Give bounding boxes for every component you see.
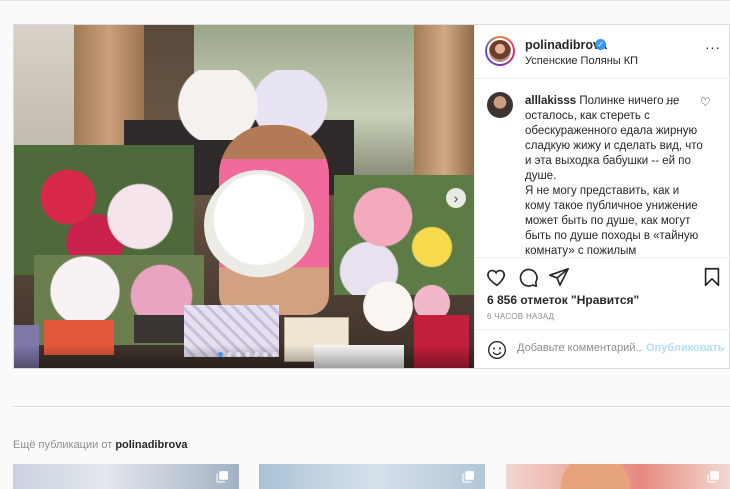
top-divider — [0, 0, 730, 1]
post-photo[interactable]: › — [14, 25, 474, 368]
likes-count[interactable]: 6 856 отметок "Нравится" — [487, 293, 639, 307]
carousel-dot — [236, 352, 241, 357]
comments-list[interactable]: alllakisss Полинке ничего не осталось, к… — [475, 80, 730, 257]
carousel-dot — [263, 352, 268, 357]
comment: alllakisss Полинке ничего не осталось, к… — [525, 94, 703, 257]
avatar[interactable] — [487, 38, 513, 64]
post-header: polinadibrova ✓ Успенские Поляны КП ··· — [475, 25, 730, 79]
multiple-photos-icon — [707, 471, 719, 483]
more-posts-heading: Ещё публикации от polinadibrova — [13, 439, 188, 451]
share-paper-plane-icon[interactable] — [548, 266, 570, 288]
add-comment-input[interactable] — [517, 342, 643, 354]
post-actions: 6 856 отметок "Нравится" 6 ЧАСОВ НАЗАД О… — [475, 257, 730, 368]
more-post-thumbnail[interactable] — [259, 464, 485, 489]
more-post-thumbnail[interactable] — [506, 464, 730, 489]
more-options-icon[interactable]: ··· — [705, 39, 721, 55]
comment-username[interactable]: alllakisss — [525, 95, 576, 107]
carousel-dot — [218, 352, 223, 357]
verified-badge-icon: ✓ — [595, 39, 606, 50]
like-heart-icon[interactable] — [486, 266, 508, 288]
carousel-dot — [227, 352, 232, 357]
comment-avatar[interactable] — [487, 92, 513, 118]
carousel-dot — [254, 352, 259, 357]
carousel-next-button[interactable]: › — [446, 188, 466, 208]
carousel-dot — [245, 352, 250, 357]
comment-more-icon[interactable]: ··· — [665, 96, 677, 110]
multiple-photos-icon — [462, 471, 474, 483]
story-ring[interactable] — [485, 36, 515, 66]
post-timestamp[interactable]: 6 ЧАСОВ НАЗАД — [487, 312, 554, 321]
comment-like-heart-icon[interactable]: ♡ — [700, 95, 711, 109]
more-posts-username[interactable]: polinadibrova — [115, 439, 187, 451]
publish-button[interactable]: Опубликовать — [646, 342, 725, 354]
carousel-dot — [272, 352, 277, 357]
more-post-thumbnail[interactable] — [13, 464, 239, 489]
post-card: › polinadibrova ✓ Успенские Поляны КП ··… — [13, 24, 730, 369]
comment-text-2: Я не могу представить, как и кому такое … — [525, 185, 699, 257]
bookmark-icon[interactable] — [701, 266, 723, 288]
multiple-photos-icon — [216, 471, 228, 483]
post-sidebar: polinadibrova ✓ Успенские Поляны КП ··· … — [474, 25, 730, 368]
post-location[interactable]: Успенские Поляны КП — [525, 55, 638, 67]
carousel-dots — [218, 352, 277, 357]
comment-bubble-icon[interactable] — [517, 266, 539, 288]
add-comment-row: Опубликовать — [475, 329, 730, 369]
section-divider — [13, 406, 730, 407]
emoji-icon[interactable] — [487, 340, 507, 360]
